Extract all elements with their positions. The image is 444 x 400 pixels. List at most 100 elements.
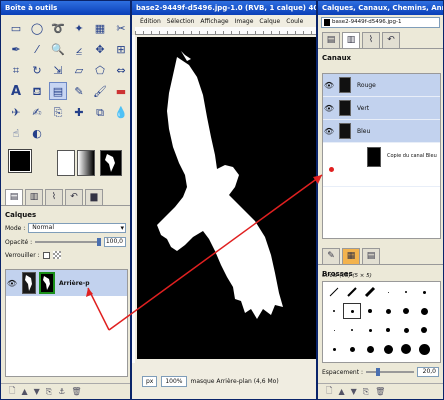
duplicate-icon[interactable]: ⎘ — [363, 387, 369, 397]
brush-cell[interactable] — [362, 342, 378, 356]
menu-image[interactable]: Image — [235, 18, 254, 25]
brush-cell[interactable] — [326, 304, 342, 318]
tab-gradients[interactable]: ▤ — [362, 248, 380, 264]
unit-select[interactable]: px — [142, 375, 158, 387]
lower-icon[interactable]: ▼ — [351, 387, 357, 396]
opacity-input[interactable]: 100,0 — [104, 237, 126, 247]
dock-titlebar[interactable]: Calques, Canaux, Chemins, Ann — [318, 1, 443, 15]
tab-brushes[interactable]: ✎ — [322, 248, 340, 264]
crop-icon[interactable]: ⌗ — [7, 61, 25, 79]
rect-select-icon[interactable]: ▭ — [7, 19, 25, 37]
image-preview[interactable] — [100, 150, 122, 176]
brush-cell[interactable] — [362, 304, 378, 318]
lasso-icon[interactable]: ➰ — [49, 19, 67, 37]
layer-row[interactable]: 👁 Arrière-p — [6, 270, 127, 296]
brush-preview[interactable] — [57, 150, 75, 176]
brush-cell[interactable] — [398, 304, 414, 318]
brush-cell[interactable] — [362, 285, 378, 299]
color-select-icon[interactable]: ▦ — [91, 19, 109, 37]
brush-cell[interactable] — [398, 342, 414, 356]
layer-mask-thumbnail[interactable] — [39, 272, 55, 294]
brush-cell[interactable] — [398, 285, 414, 299]
tab-histogram[interactable]: ▆ — [85, 189, 103, 205]
brush-cell[interactable] — [326, 323, 342, 337]
tab-channels[interactable]: ▥ — [25, 189, 43, 205]
tab-paths[interactable]: ⌇ — [45, 189, 63, 205]
zoom-icon[interactable]: 🔍 — [49, 40, 67, 58]
anchor-layer-icon[interactable]: ⚓ — [58, 387, 65, 396]
duplicate-layer-icon[interactable]: ⎘ — [46, 387, 52, 397]
eye-icon[interactable]: 👁 — [323, 104, 335, 113]
brush-cell[interactable] — [398, 323, 414, 337]
lock-alpha-checkbox[interactable] — [42, 251, 50, 259]
eye-icon[interactable]: 👁 — [6, 279, 18, 288]
opacity-slider[interactable] — [35, 238, 101, 246]
vertical-ruler[interactable] — [132, 35, 135, 363]
image-canvas[interactable] — [137, 37, 316, 359]
flip-icon[interactable]: ⇔ — [112, 61, 130, 79]
mode-select[interactable]: Normal — [28, 223, 126, 233]
channel-row-red[interactable]: 👁 Rouge — [323, 74, 440, 97]
image-selector[interactable]: base2-9449f-d5496.jpg-1 — [321, 16, 440, 28]
brush-cell[interactable] — [326, 285, 342, 299]
move-icon[interactable]: ✥ — [91, 40, 109, 58]
tab-paths-dock[interactable]: ⌇ — [362, 32, 380, 48]
scissors-icon[interactable]: ✂ — [112, 19, 130, 37]
tab-patterns[interactable]: ▦ — [342, 248, 360, 264]
brush-cell[interactable] — [416, 323, 432, 337]
paths-icon[interactable]: ✒ — [7, 40, 25, 58]
lower-layer-icon[interactable]: ▼ — [34, 387, 40, 396]
fuzzy-select-icon[interactable]: ✦ — [70, 19, 88, 37]
toolbox-titlebar[interactable]: Boîte à outils — [1, 1, 130, 15]
tab-layers-dock[interactable]: ▤ — [322, 32, 340, 48]
tab-layers[interactable]: ▤ — [5, 189, 23, 205]
raise-layer-icon[interactable]: ▲ — [21, 387, 27, 396]
horizontal-ruler[interactable] — [135, 27, 316, 35]
tab-undo[interactable]: ↶ — [65, 189, 83, 205]
brush-cell[interactable] — [344, 323, 360, 337]
delete-layer-icon[interactable]: 🗑 — [71, 387, 81, 396]
channel-mask-thumbnail[interactable] — [367, 147, 381, 167]
clone-icon[interactable]: ⎘ — [49, 103, 67, 121]
menu-view[interactable]: Affichage — [200, 18, 228, 25]
dodge-burn-icon[interactable]: ◐ — [28, 124, 46, 142]
brush-cell[interactable] — [416, 285, 432, 299]
spacing-slider[interactable] — [366, 368, 414, 376]
shear-icon[interactable]: ▱ — [70, 61, 88, 79]
menu-colors[interactable]: Coule — [286, 18, 303, 25]
brush-cell[interactable] — [343, 303, 361, 319]
brush-cell[interactable] — [380, 323, 396, 337]
brush-cell[interactable] — [380, 304, 396, 318]
eye-icon[interactable]: 👁 — [323, 127, 335, 136]
foreground-color[interactable] — [8, 149, 32, 173]
raise-icon[interactable]: ▲ — [338, 387, 344, 396]
spacing-input[interactable]: 20,0 — [417, 367, 439, 377]
brush-cell[interactable] — [380, 285, 396, 299]
text-icon[interactable]: A — [7, 82, 25, 100]
channel-row-green[interactable]: 👁 Vert — [323, 97, 440, 120]
layer-thumbnail[interactable] — [22, 272, 36, 294]
blur-icon[interactable]: 💧 — [112, 103, 130, 121]
delete-icon[interactable]: 🗑 — [375, 387, 385, 396]
gradient-preview[interactable] — [77, 150, 95, 176]
airbrush-icon[interactable]: ✈ — [7, 103, 25, 121]
measure-icon[interactable]: ⦤ — [70, 40, 88, 58]
paintbrush-icon[interactable]: 🖌 — [91, 82, 109, 100]
menu-select[interactable]: Sélection — [167, 18, 195, 25]
menu-edit[interactable]: Édition — [140, 18, 161, 25]
ellipse-select-icon[interactable]: ◯ — [28, 19, 46, 37]
blend-icon[interactable]: ▤ — [49, 82, 67, 100]
brush-cell[interactable] — [326, 342, 342, 356]
eraser-icon[interactable]: ▬ — [112, 82, 130, 100]
zoom-select[interactable]: 100% — [161, 375, 187, 387]
image-titlebar[interactable]: base2-9449f-d5496.jpg-1.0 (RVB, 1 calque… — [132, 1, 316, 15]
heal-icon[interactable]: ✚ — [70, 103, 88, 121]
brush-cell[interactable] — [362, 323, 378, 337]
new-layer-icon[interactable]: 🗋 — [9, 385, 15, 399]
ink-icon[interactable]: ✍ — [28, 103, 46, 121]
pencil-icon[interactable]: ✎ — [70, 82, 88, 100]
bucket-fill-icon[interactable]: ⛾ — [28, 82, 46, 100]
color-picker-icon[interactable]: ⁄ — [28, 40, 46, 58]
rotate-icon[interactable]: ↻ — [28, 61, 46, 79]
perspective-clone-icon[interactable]: ⧉ — [91, 103, 109, 121]
